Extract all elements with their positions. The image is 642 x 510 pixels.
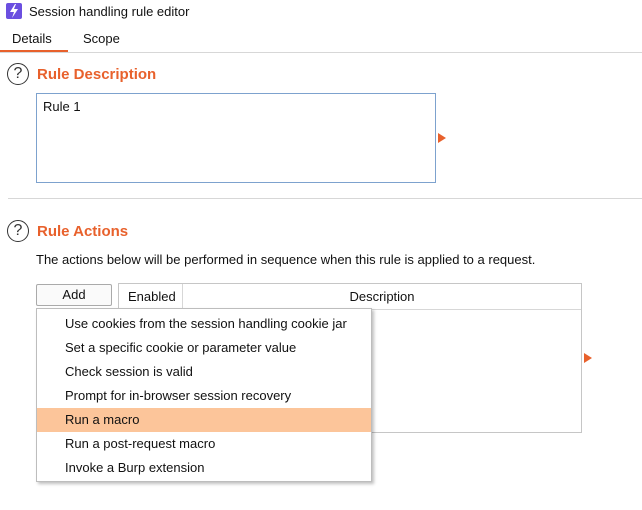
- active-tab-indicator: [0, 50, 68, 52]
- title-bar: Session handling rule editor: [0, 0, 642, 24]
- rule-actions-description: The actions below will be performed in s…: [36, 252, 536, 267]
- menu-item-check-session[interactable]: Check session is valid: [37, 360, 371, 384]
- window-title: Session handling rule editor: [29, 4, 190, 19]
- lightning-bolt-icon: [6, 3, 22, 19]
- tab-scope[interactable]: Scope: [83, 31, 120, 46]
- tab-details[interactable]: Details: [12, 31, 52, 46]
- table-header: Enabled Description: [119, 284, 581, 310]
- menu-item-set-cookie[interactable]: Set a specific cookie or parameter value: [37, 336, 371, 360]
- menu-item-prompt-recovery[interactable]: Prompt for in-browser session recovery: [37, 384, 371, 408]
- add-action-menu: Use cookies from the session handling co…: [36, 308, 372, 482]
- expand-arrow-icon[interactable]: [438, 133, 446, 143]
- column-header-description[interactable]: Description: [183, 284, 581, 309]
- rule-description-title: Rule Description: [37, 66, 157, 83]
- menu-item-run-macro[interactable]: Run a macro: [37, 408, 371, 432]
- expand-arrow-icon[interactable]: [584, 353, 592, 363]
- add-button[interactable]: Add: [36, 284, 112, 306]
- menu-item-run-post-request-macro[interactable]: Run a post-request macro: [37, 432, 371, 456]
- rule-description-value: Rule 1: [43, 99, 81, 114]
- menu-item-invoke-extension[interactable]: Invoke a Burp extension: [37, 456, 371, 480]
- menu-item-use-cookies[interactable]: Use cookies from the session handling co…: [37, 312, 371, 336]
- column-header-enabled[interactable]: Enabled: [119, 284, 183, 309]
- help-icon[interactable]: ?: [7, 220, 29, 242]
- section-divider: [8, 198, 642, 199]
- tab-bar: Details Scope: [0, 28, 642, 53]
- rule-actions-title: Rule Actions: [37, 223, 129, 240]
- rule-description-field[interactable]: Rule 1: [36, 93, 436, 183]
- help-icon[interactable]: ?: [7, 63, 29, 85]
